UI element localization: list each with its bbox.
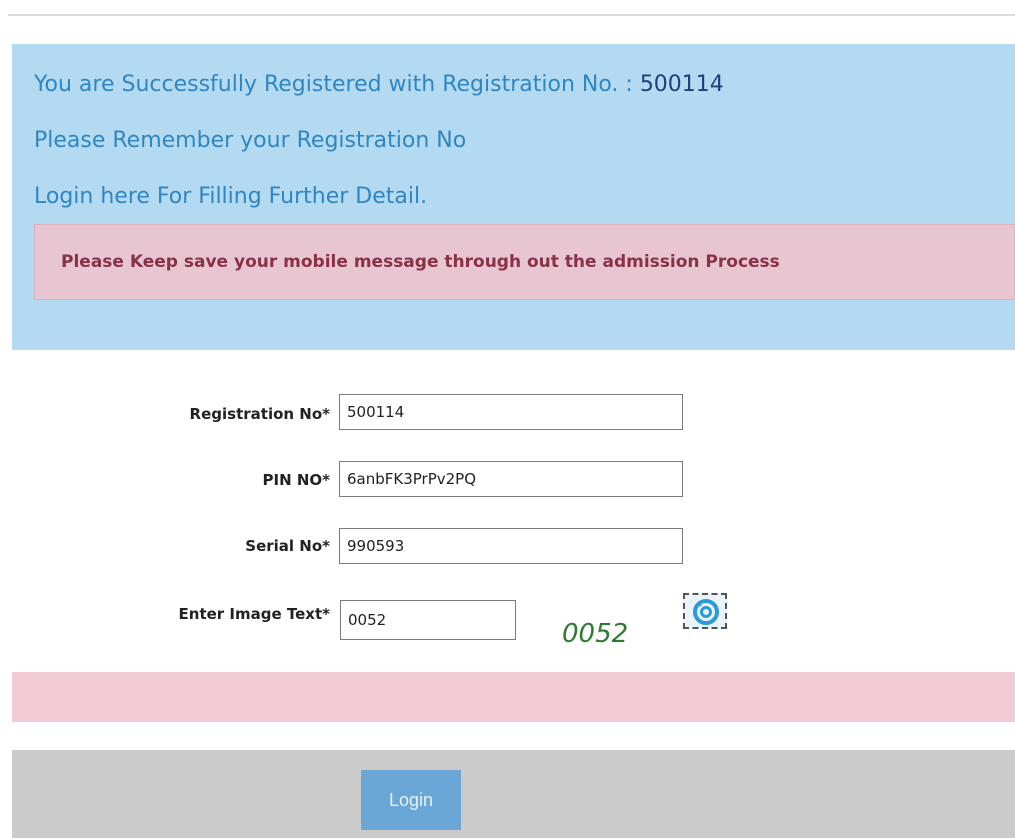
registration-no-label: Registration No*	[189, 405, 330, 423]
top-divider	[8, 14, 1015, 16]
image-text-input[interactable]	[340, 600, 516, 640]
serial-no-input[interactable]	[339, 528, 683, 564]
login-hint-message: Login here For Filling Further Detail.	[34, 184, 428, 209]
success-message: You are Successfully Registered with Reg…	[34, 72, 724, 97]
warning-text: Please Keep save your mobile message thr…	[61, 252, 780, 272]
captcha-refresh-button[interactable]	[683, 593, 727, 629]
footer-bar	[12, 750, 1015, 838]
warning-box: Please Keep save your mobile message thr…	[34, 224, 1015, 300]
registration-number: 500114	[639, 72, 724, 97]
success-prefix: You are Successfully Registered with Reg…	[34, 72, 640, 97]
pin-no-label: PIN NO*	[262, 471, 331, 489]
image-text-label: Enter Image Text*	[178, 605, 330, 623]
pin-no-input[interactable]	[339, 461, 683, 497]
remember-message: Please Remember your Registration No	[34, 128, 467, 153]
serial-no-label: Serial No*	[245, 537, 330, 555]
refresh-icon	[693, 599, 719, 625]
captcha-image: 0052	[562, 619, 629, 649]
login-button[interactable]: Login	[361, 770, 461, 830]
success-panel: You are Successfully Registered with Reg…	[12, 44, 1015, 350]
error-message-strip	[12, 672, 1015, 722]
registration-no-input[interactable]	[339, 394, 683, 430]
